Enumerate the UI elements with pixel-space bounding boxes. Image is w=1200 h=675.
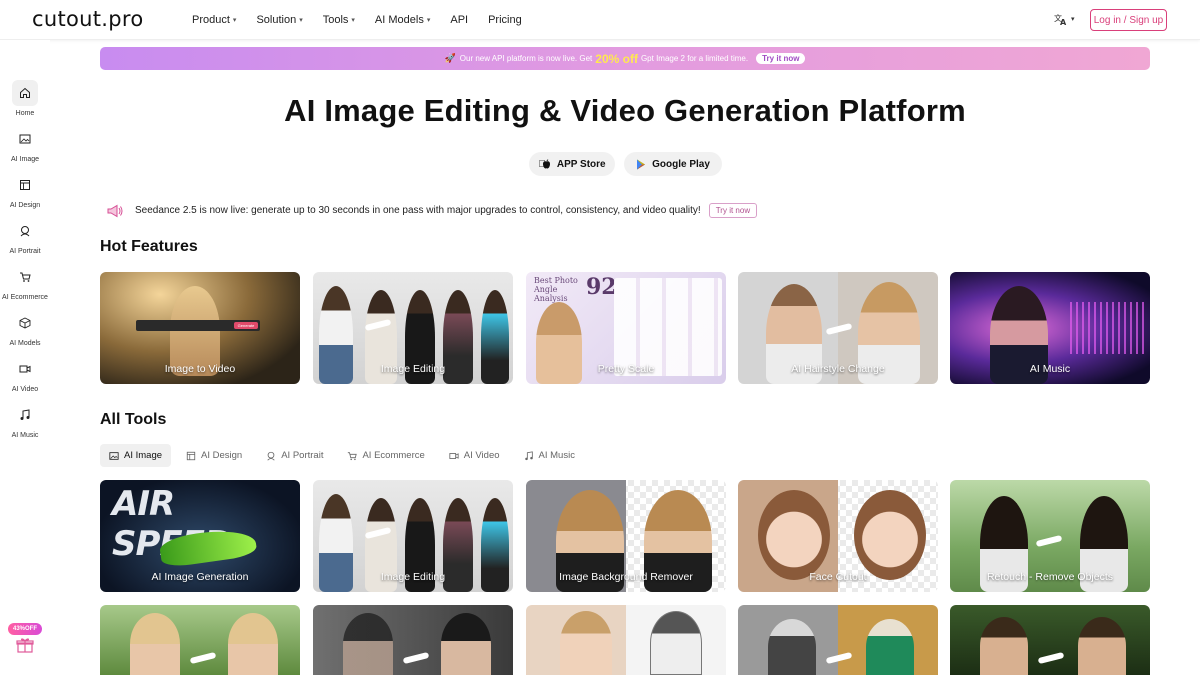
sidebar-item-ai-portrait[interactable]: AI Portrait [0,218,50,255]
tool-card-row3-5[interactable] [950,605,1150,675]
feature-card-image-editing[interactable]: Image Editing [313,272,513,384]
sidebar-item-ai-video[interactable]: AI Video [0,356,50,393]
tab-ai-ecommerce[interactable]: AI Ecommerce [338,444,433,467]
video-icon [12,356,38,382]
sidebar-item-ai-music[interactable]: AI Music [0,402,50,439]
portrait-figure [228,613,278,675]
chevron-down-icon: ▾ [232,17,237,24]
tool-card-image-background-remover[interactable]: Image Background Remover [526,480,726,592]
page-title: AI Image Editing & Video Generation Plat… [284,93,966,128]
tool-card-row3-1[interactable] [100,605,300,675]
cart-icon [348,451,358,460]
tool-category-tabs: AI Image AI Design AI Portrait AI Ecomme… [100,444,590,467]
app-store-button[interactable]:  APP Store [529,152,615,176]
arrow-icon [402,651,430,665]
feature-card-ai-hairstyle-change[interactable]: AI Hairstyle Change [738,272,938,384]
sidebar-item-ai-models[interactable]: AI Models [0,310,50,347]
arrow-icon [1037,651,1065,665]
tab-ai-image[interactable]: AI Image [100,444,172,467]
google-play-icon [637,159,646,169]
tool-card-retouch-remove-objects[interactable]: Retouch - Remove Objects [950,480,1150,592]
music-icon [12,402,38,428]
sketch-figure [650,611,702,675]
arrow-icon [1035,534,1063,548]
promo-banner[interactable]: 🚀 Our new API platform is now live. Get … [100,47,1150,70]
feature-card-image-to-video[interactable]: Generate Image to Video [100,272,300,384]
arrow-icon [825,651,853,665]
rocket-icon: 🚀 [444,53,456,63]
banner-try-button[interactable]: Try it now [756,53,806,64]
sidebar-item-ai-image[interactable]: AI Image [0,126,50,163]
portrait-figure [441,613,491,675]
gift-icon[interactable] [16,637,34,653]
svg-text:A: A [1060,18,1067,26]
home-icon [12,80,38,106]
nav-pricing[interactable]: Pricing [488,14,522,26]
portrait-figure [130,613,180,675]
portrait-figure [768,619,816,675]
announcement-bar: Seedance 2.5 is now live: generate up to… [106,203,758,218]
google-play-button[interactable]: Google Play [624,152,722,176]
tool-card-row3-4[interactable] [738,605,938,675]
portrait-icon [267,451,275,460]
megaphone-icon [107,204,123,217]
logo[interactable]: cutout.pro [32,7,144,31]
discount-badge[interactable]: 43%OFF [8,623,42,635]
nav-tools[interactable]: Tools ▾ [323,14,355,26]
login-signup-button[interactable]: Log in / Sign up [1090,9,1167,31]
translate-icon: 文A [1054,13,1067,26]
all-tools-heading: All Tools [100,411,167,428]
image-icon [109,451,119,460]
tab-ai-video[interactable]: AI Video [440,444,509,467]
tool-card-ai-image-generation[interactable]: AIR SPEED AI Image Generation [100,480,300,592]
layout-icon [12,172,38,198]
nav-solution[interactable]: Solution ▾ [256,14,302,26]
nav-product[interactable]: Product ▾ [192,14,236,26]
nav-ai-models[interactable]: AI Models ▾ [375,14,430,26]
face-figure [758,490,830,580]
nav-api[interactable]: API [450,14,468,26]
arrow-icon [825,322,853,336]
hot-features-heading: Hot Features [100,238,198,255]
portrait-figure [866,619,914,675]
portrait-icon [12,218,38,244]
sidebar-item-ai-design[interactable]: AI Design [0,172,50,209]
chevron-down-icon: ▾ [299,17,303,24]
chevron-down-icon: ▾ [426,17,431,24]
music-icon [524,450,533,460]
sound-wave [1070,302,1144,354]
sidebar-item-home[interactable]: Home [0,80,50,117]
chevron-down-icon: ▾ [351,17,355,24]
tab-ai-portrait[interactable]: AI Portrait [257,444,332,467]
portrait-figure [560,611,612,675]
portrait-figure [343,613,393,675]
chevron-down-icon: ▾ [1071,16,1075,23]
top-navigation: cutout.pro Product ▾ Solution ▾ Tools ▾ AI … [0,0,1200,40]
sidebar: Home AI Image AI Design AI Portrait AI E… [0,40,50,675]
tool-card-image-editing[interactable]: Image Editing [313,480,513,592]
portrait-figure [980,617,1028,675]
feature-card-ai-music[interactable]: AI Music [950,272,1150,384]
tool-card-face-cutout[interactable]: Face Cutout [738,480,938,592]
tool-card-row3-3[interactable] [526,605,726,675]
notice-try-button[interactable]: Try it now [708,203,758,218]
cart-icon [12,264,38,290]
arrow-icon [189,651,217,665]
apple-icon [542,159,550,169]
portrait-figure [1078,617,1126,675]
image-icon [12,126,38,152]
sidebar-item-ai-ecommerce[interactable]: AI Ecommerce [0,264,50,301]
tab-ai-music[interactable]: AI Music [515,444,584,467]
feature-card-pretty-scale[interactable]: Best Photo Angle Analysis 92 Pretty Scal… [526,272,726,384]
video-icon [449,452,459,459]
layout-icon [186,451,196,460]
language-selector[interactable]: 文A ▾ [1054,12,1075,26]
main-nav: Product ▾ Solution ▾ Tools ▾ AI Models ▾ API… [192,0,542,40]
generate-button: Generate [234,322,258,329]
tool-card-row3-2[interactable] [313,605,513,675]
tab-ai-design[interactable]: AI Design [177,444,251,467]
cube-icon [12,310,38,336]
analysis-grid [614,278,722,376]
face-figure [854,490,926,580]
